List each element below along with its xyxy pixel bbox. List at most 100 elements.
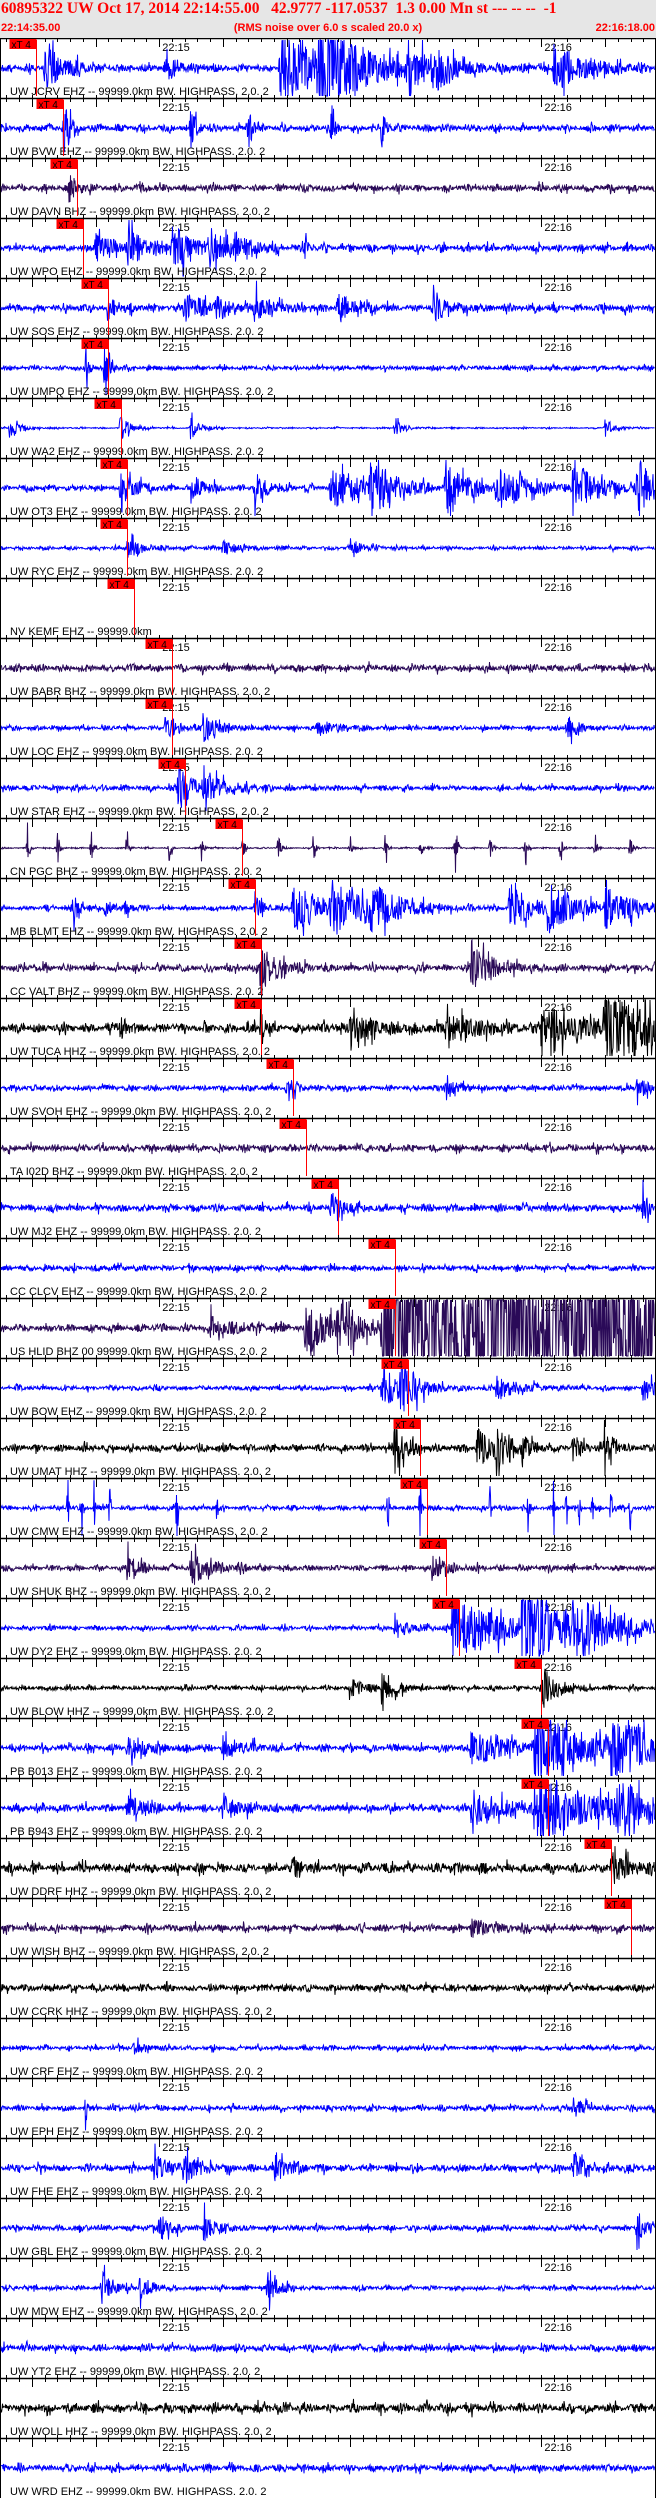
trace-17: 22:15 22:16 UW SVOH EHZ -- 99999.0km BW. H… xyxy=(0,1055,656,1118)
trace-33: 22:15 22:16 UW CRF EHZ -- 99999.0km BW. HI… xyxy=(0,2015,656,2078)
time-tick-label: 22:15 xyxy=(162,282,190,294)
waveform xyxy=(0,1980,655,1995)
time-tick-label: 22:16 xyxy=(544,402,572,414)
waveform xyxy=(0,412,655,440)
time-tick-label: 22:16 xyxy=(544,2142,572,2154)
pick-marker-label: xT 4 xyxy=(422,1540,442,1551)
time-tick-label: 22:16 xyxy=(544,2442,572,2454)
waveform xyxy=(0,2461,655,2475)
time-tick-label: 22:15 xyxy=(162,342,190,354)
time-tick-label: 22:15 xyxy=(162,1002,190,1014)
time-tick-label: 22:16 xyxy=(544,342,572,354)
time-tick-label: 22:15 xyxy=(162,2262,190,2274)
pick-marker-label: xT 4 xyxy=(110,580,130,591)
time-tick-label: 22:15 xyxy=(162,462,190,474)
trace-39: 22:15 22:16 UW WOLL HHZ -- 99999.0km BW. H… xyxy=(0,2375,656,2438)
time-tick-label: 22:16 xyxy=(544,822,572,834)
pick-marker-label: xT 4 xyxy=(231,880,251,891)
time-tick-label: 22:16 xyxy=(544,1182,572,1194)
time-tick-label: 22:16 xyxy=(544,462,572,474)
time-tick-label: 22:15 xyxy=(162,402,190,414)
waveform xyxy=(0,2037,655,2055)
time-tick-label: 22:16 xyxy=(544,762,572,774)
time-tick-label: 22:15 xyxy=(162,582,190,594)
time-tick-label: 22:15 xyxy=(162,522,190,534)
time-tick-label: 22:15 xyxy=(162,1602,190,1614)
time-tick-label: 22:16 xyxy=(544,102,572,114)
time-tick-label: 22:16 xyxy=(544,2022,572,2034)
trace-37: 22:15 22:16 UW MDW EHZ -- 99999.0km BW. HI… xyxy=(0,2255,656,2318)
waveform xyxy=(0,661,655,676)
station-label: UW SVOH EHZ -- 99999.0km BW. HIGHPASS. 2… xyxy=(10,1106,271,1118)
trace-11: 22:15 22:16UW LOC EHZ -- 99999.0km BW. HI… xyxy=(0,695,656,758)
trace-19: 22:15 22:16UW MJ2 EHZ -- 99999.0km BW. HI… xyxy=(0,1175,656,1238)
time-tick-label: 22:15 xyxy=(162,1662,190,1674)
time-tick-label: 22:15 xyxy=(162,1782,190,1794)
time-tick-label: 22:15 xyxy=(162,2142,190,2154)
time-tick-label: 22:16 xyxy=(544,1362,572,1374)
time-tick-label: 22:16 xyxy=(544,1122,572,1134)
time-tick-label: 22:16 xyxy=(544,2322,572,2334)
time-tick-label: 22:16 xyxy=(544,522,572,534)
station-label: UW JCRV EHZ -- 99999.0km BW. HIGHPASS. 2… xyxy=(10,86,269,98)
station-label: UW CMW EHZ -- 99999.0km BW. HIGHPASS. 2.… xyxy=(10,1526,268,1538)
time-tick-label: 22:16 xyxy=(544,1962,572,1974)
trace-12: 22:1522:16UW STAR EHZ -- 99999.0km BW. H… xyxy=(0,755,656,818)
trace-0: 22:15 22:16UW JCRV EHZ -- 99999.0km BW. H… xyxy=(0,38,656,98)
waveform xyxy=(0,2398,655,2418)
station-label: UW TUCA HHZ -- 99999.0km BW. HIGHPASS. 2… xyxy=(10,1046,270,1058)
station-label: UW BVW EHZ -- 99999.0km BW. HIGHPASS. 2.… xyxy=(10,146,265,158)
trace-30: 22:15 22:16 UW DDRF HHZ -- 99999.0km BW. H… xyxy=(0,1835,656,1898)
time-tick-label: 22:15 xyxy=(162,1302,190,1314)
time-tick-label: 22:16 xyxy=(544,582,572,594)
station-label: UW BLOW HHZ -- 99999.0km BW. HIGHPASS. 2… xyxy=(10,1706,273,1718)
time-tick-label: 22:16 xyxy=(544,1542,572,1554)
trace-5: 22:15 22:16 UW UMPQ EHZ -- 99999.0km BW. H… xyxy=(0,335,656,398)
scaling-note: (RMS noise over 6.0 s scaled 20.0 x) xyxy=(233,22,423,34)
time-tick-label: 22:15 xyxy=(162,1902,190,1914)
station-label: UW RYC EHZ -- 99999.0km BW. HIGHPASS. 2.… xyxy=(10,566,263,578)
station-label: NV KEMF EHZ -- 99999.0km xyxy=(10,626,152,638)
time-tick-label: 22:15 xyxy=(162,1122,190,1134)
time-tick-label: 22:15 xyxy=(162,1422,190,1434)
pick-marker-label: xT 4 xyxy=(237,940,257,951)
seismogram-panel: 22:15 22:16 UW JCRV EHZ -- 99999.0km BW. H… xyxy=(0,38,656,2498)
waveform xyxy=(0,1141,655,1155)
time-tick-label: 22:16 xyxy=(544,282,572,294)
station-label: UW MDW EHZ -- 99999.0km BW. HIGHPASS. 2.… xyxy=(10,2306,268,2318)
trace-10: 22:15 22:16UW BABR BHZ -- 99999.0km BW. H… xyxy=(0,635,656,698)
station-label: UW UMAT HHZ -- 99999.0km BW. HIGHPASS. 2… xyxy=(10,1466,271,1478)
trace-13: 22:15 22:16CN PGC BHZ -- 99999.0km BW. HI… xyxy=(0,815,656,878)
waveform xyxy=(0,533,655,558)
trace-18: 22:15 22:16 TA I02D BHZ -- 99999.0km BW. H… xyxy=(0,1115,656,1178)
waveform xyxy=(0,1075,655,1106)
event-title: 60895322 UW Oct 17, 2014 22:14:55.00 42.… xyxy=(1,0,557,17)
pick-marker-label: xT 4 xyxy=(84,340,104,351)
trace-20: 22:15 22:16 CC CLCV EHZ -- 99999.0km BW. H… xyxy=(0,1235,656,1298)
trace-21: 22:15 22:16US HLID BHZ 00 99999.0km BW. H… xyxy=(0,1295,656,1358)
trace-34: 22:15 22:16 UW EPH EHZ -- 99999.0km BW. HI… xyxy=(0,2075,656,2138)
time-tick-label: 22:16 xyxy=(544,222,572,234)
time-tick-label: 22:15 xyxy=(162,882,190,894)
time-tick-label: 22:16 xyxy=(544,1062,572,1074)
time-tick-label: 22:15 xyxy=(162,1482,190,1494)
pick-marker-label: xT 4 xyxy=(59,220,79,231)
time-tick-label: 22:15 xyxy=(162,2202,190,2214)
station-label: UW BABR BHZ -- 99999.0km BW. HIGHPASS. 2… xyxy=(10,686,270,698)
pick-marker-label: xT 4 xyxy=(53,160,73,171)
trace-25: 22:15 22:16 UW SHUK BHZ -- 99999.0km BW. H… xyxy=(0,1535,656,1598)
trace-1: 22:15 22:16 UW BVW EHZ -- 99999.0km BW. HI… xyxy=(0,95,656,158)
station-label: UW DAVN BHZ -- 99999.0km BW. HIGHPASS. 2… xyxy=(10,206,270,218)
time-tick-label: 22:15 xyxy=(162,222,190,234)
station-label: MB BLMT EHZ -- 99999.0km BW. HIGHPASS. 2… xyxy=(10,926,268,938)
trace-22: 22:15 22:16 UW BOW EHZ -- 99999.0km BW. HI… xyxy=(0,1355,656,1418)
pick-marker-label: xT 4 xyxy=(282,1120,302,1131)
time-tick-label: 22:15 xyxy=(162,102,190,114)
station-label: UW WPO EHZ -- 99999.0km BW. HIGHPASS. 2.… xyxy=(10,266,267,278)
trace-28: 22:15 22:16PB B013 EHZ -- 99999.0km BW. H… xyxy=(0,1715,656,1778)
pick-marker-label: xT 4 xyxy=(517,1660,537,1671)
time-tick-label: 22:15 xyxy=(162,2322,190,2334)
time-tick-label: 22:16 xyxy=(544,1662,572,1674)
pick-marker-label: xT 4 xyxy=(371,1300,391,1311)
trace-29: 22:15 22:16PB B943 EHZ -- 99999.0km BW. H… xyxy=(0,1775,656,1838)
